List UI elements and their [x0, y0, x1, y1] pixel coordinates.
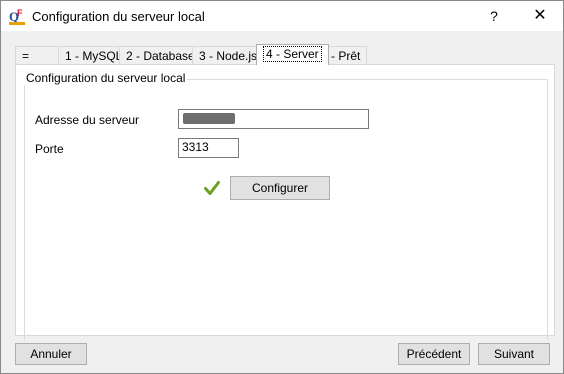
dialog-window: Q F Configuration du serveur local ? ✕ =…: [0, 0, 564, 374]
tab-server[interactable]: 4 - Server: [256, 44, 329, 65]
group-title: Configuration du serveur local: [24, 71, 188, 85]
window-title: Configuration du serveur local: [32, 9, 205, 24]
tab-home[interactable]: =: [15, 46, 59, 65]
tab-label: 4 - Server: [263, 46, 322, 62]
redacted-value: [183, 113, 235, 124]
app-logo-icon: Q F: [9, 7, 25, 25]
tab-nodejs[interactable]: 3 - Node.js: [192, 46, 265, 65]
svg-text:F: F: [17, 8, 23, 18]
next-button[interactable]: Suivant: [478, 343, 550, 365]
previous-button[interactable]: Précédent: [398, 343, 470, 365]
tab-database[interactable]: 2 - Database: [119, 46, 202, 65]
close-button[interactable]: ✕: [517, 1, 563, 31]
tab-label: 3 - Node.js: [199, 49, 258, 63]
check-icon: [204, 181, 220, 195]
tab-panel-server: Configuration du serveur local: [15, 64, 555, 340]
title-bar[interactable]: Q F Configuration du serveur local ? ✕: [1, 1, 563, 31]
tab-label: 2 - Database: [126, 49, 195, 63]
tab-label: 1 - MySQL: [65, 49, 123, 63]
cancel-button[interactable]: Annuler: [15, 343, 87, 365]
configure-button[interactable]: Configurer: [230, 176, 330, 200]
address-input[interactable]: [178, 109, 369, 129]
address-label: Adresse du serveur: [35, 113, 140, 127]
help-button[interactable]: ?: [471, 1, 517, 31]
tab-label: =: [22, 49, 30, 63]
port-input[interactable]: 3313: [178, 138, 239, 158]
port-label: Porte: [35, 142, 64, 156]
